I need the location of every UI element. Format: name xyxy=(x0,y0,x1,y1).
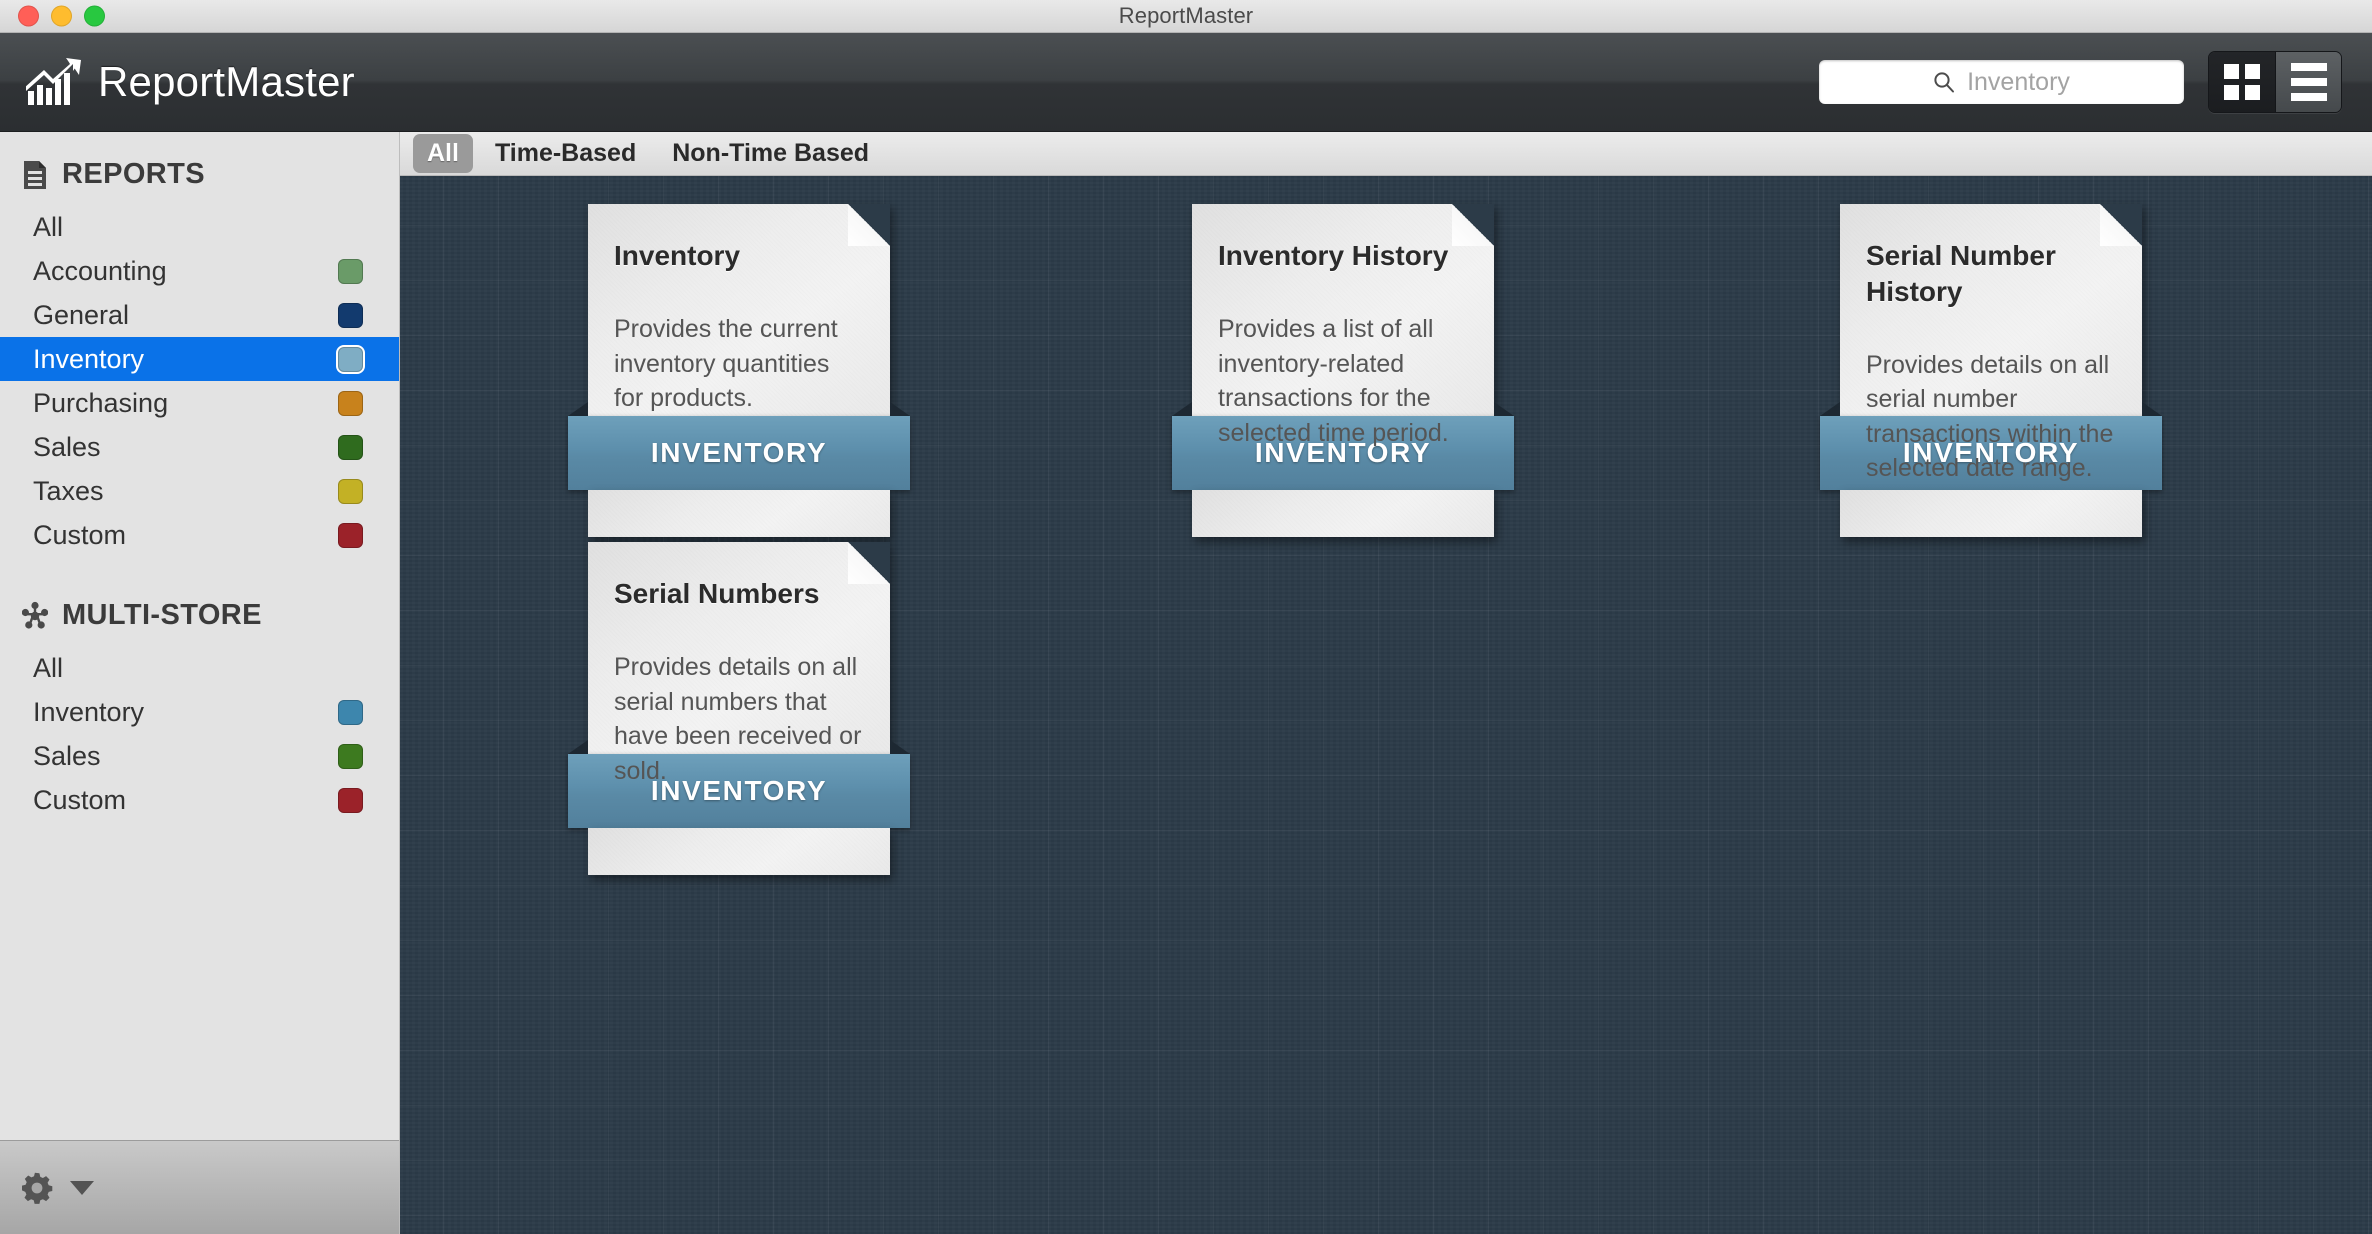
tab-time-based[interactable]: Time-Based xyxy=(481,134,650,173)
color-swatch xyxy=(338,302,363,328)
close-button[interactable] xyxy=(18,5,39,27)
report-card[interactable]: Inventory Provides the current inventory… xyxy=(568,204,910,537)
sidebar-item-label: Taxes xyxy=(33,475,104,506)
sidebar-item-label: Sales xyxy=(33,431,101,462)
sidebar-item-general[interactable]: General xyxy=(0,293,399,337)
report-category-ribbon: INVENTORY xyxy=(568,416,910,490)
sidebar-section-title: REPORTS xyxy=(62,158,205,190)
sidebar-item-label: Purchasing xyxy=(33,387,169,418)
report-card-paper: Serial Numbers Provides details on all s… xyxy=(588,542,890,785)
sidebar-item-taxes[interactable]: Taxes xyxy=(0,469,399,513)
report-description: Provides a list of all inventory-related… xyxy=(1218,315,1449,447)
report-title: Serial Numbers xyxy=(614,578,820,609)
report-card-paper: Inventory Provides the current inventory… xyxy=(588,204,890,416)
sidebar-item-label: All xyxy=(33,652,64,683)
color-swatch xyxy=(338,346,363,372)
sidebar-item-purchasing[interactable]: Purchasing xyxy=(0,381,399,425)
report-title: Inventory History xyxy=(1218,240,1449,271)
color-swatch xyxy=(338,434,363,460)
sidebar-section-header-reports: REPORTS xyxy=(0,146,399,205)
report-card-foot xyxy=(1840,490,2142,537)
minimize-button[interactable] xyxy=(51,5,72,27)
tab-non-time-based[interactable]: Non-Time Based xyxy=(658,134,883,173)
sidebar-scroll: REPORTS All Accounting General Inventory xyxy=(0,132,399,1140)
content-area: All Time-Based Non-Time Based Inventory … xyxy=(400,132,2372,1234)
sidebar-item-label: All xyxy=(33,211,64,242)
color-swatch xyxy=(338,258,363,284)
report-card[interactable]: Inventory History Provides a list of all… xyxy=(1172,204,1514,537)
sidebar-item-label: Custom xyxy=(33,519,127,550)
sidebar-item-label: Inventory xyxy=(33,696,145,727)
report-description: Provides the current inventory quantitie… xyxy=(614,315,838,412)
sidebar-section-header-multi-store: MULTI-STORE xyxy=(0,557,399,646)
report-title: Inventory xyxy=(614,240,741,271)
view-toggle xyxy=(2208,51,2342,113)
search-icon xyxy=(1934,72,1955,93)
sidebar-item-sales[interactable]: Sales xyxy=(0,425,399,469)
sidebar-item-ms-inventory[interactable]: Inventory xyxy=(0,690,399,734)
search-input[interactable]: Inventory xyxy=(1819,60,2184,104)
color-swatch xyxy=(338,478,363,504)
list-view-button[interactable] xyxy=(2275,52,2341,112)
grid-view-button[interactable] xyxy=(2209,52,2275,112)
report-title: Serial Number History xyxy=(1866,240,2056,307)
color-swatch xyxy=(338,390,363,416)
bar-chart-arrow-icon xyxy=(26,58,81,105)
report-description: Provides details on all serial number tr… xyxy=(1866,350,2114,483)
header-controls: Inventory xyxy=(1819,51,2342,113)
report-category-wrap: INVENTORY xyxy=(568,416,910,490)
app-window: ReportMaster ReportMaster Inventory REPO… xyxy=(0,0,2372,1234)
sidebar-footer xyxy=(0,1140,399,1234)
search-placeholder: Inventory xyxy=(1967,67,2070,96)
report-card-foot xyxy=(588,828,890,875)
report-description: Provides details on all serial numbers t… xyxy=(614,653,862,785)
report-category-label: INVENTORY xyxy=(650,437,828,468)
gear-icon[interactable] xyxy=(18,1169,56,1207)
list-view-icon xyxy=(2290,63,2327,101)
multi-store-hub-icon xyxy=(22,601,48,629)
report-card[interactable]: Serial Numbers Provides details on all s… xyxy=(568,542,910,875)
color-swatch xyxy=(338,743,363,769)
report-card[interactable]: Serial Number History Provides details o… xyxy=(1820,204,2162,537)
app-header: ReportMaster Inventory xyxy=(0,33,2372,132)
app-body: REPORTS All Accounting General Inventory xyxy=(0,132,2372,1234)
report-card-foot xyxy=(588,490,890,537)
filter-tabs: All Time-Based Non-Time Based xyxy=(400,132,2372,176)
sidebar: REPORTS All Accounting General Inventory xyxy=(0,132,400,1234)
sidebar-item-label: General xyxy=(33,299,130,330)
color-swatch xyxy=(338,787,363,813)
zoom-button[interactable] xyxy=(84,5,105,27)
document-icon xyxy=(24,160,46,189)
sidebar-item-label: Sales xyxy=(33,740,101,771)
window-controls xyxy=(18,5,105,27)
report-card-grid: Inventory Provides the current inventory… xyxy=(400,176,2372,1234)
reports-canvas: Inventory Provides the current inventory… xyxy=(400,176,2372,1234)
sidebar-item-ms-sales[interactable]: Sales xyxy=(0,734,399,778)
sidebar-item-label: Accounting xyxy=(33,255,167,286)
sidebar-item-ms-all[interactable]: All xyxy=(0,646,399,690)
color-swatch xyxy=(338,699,363,725)
window-title: ReportMaster xyxy=(1118,3,1254,28)
sidebar-item-ms-custom[interactable]: Custom xyxy=(0,778,399,822)
report-card-foot xyxy=(1192,490,1494,537)
window-titlebar: ReportMaster xyxy=(0,0,2372,33)
report-card-paper: Inventory History Provides a list of all… xyxy=(1192,204,1494,447)
sidebar-item-all[interactable]: All xyxy=(0,205,399,249)
sidebar-item-label: Custom xyxy=(33,784,127,815)
app-name: ReportMaster xyxy=(98,58,355,105)
brand: ReportMaster xyxy=(26,57,355,107)
grid-view-icon xyxy=(2224,64,2260,100)
color-swatch xyxy=(338,522,363,548)
caret-down-icon[interactable] xyxy=(70,1180,94,1195)
sidebar-item-accounting[interactable]: Accounting xyxy=(0,249,399,293)
sidebar-item-custom[interactable]: Custom xyxy=(0,513,399,557)
sidebar-item-label: Inventory xyxy=(33,343,145,374)
sidebar-item-inventory[interactable]: Inventory xyxy=(0,337,399,381)
sidebar-section-title: MULTI-STORE xyxy=(62,599,262,631)
report-card-paper: Serial Number History Provides details o… xyxy=(1840,204,2142,482)
tab-all[interactable]: All xyxy=(413,134,473,173)
